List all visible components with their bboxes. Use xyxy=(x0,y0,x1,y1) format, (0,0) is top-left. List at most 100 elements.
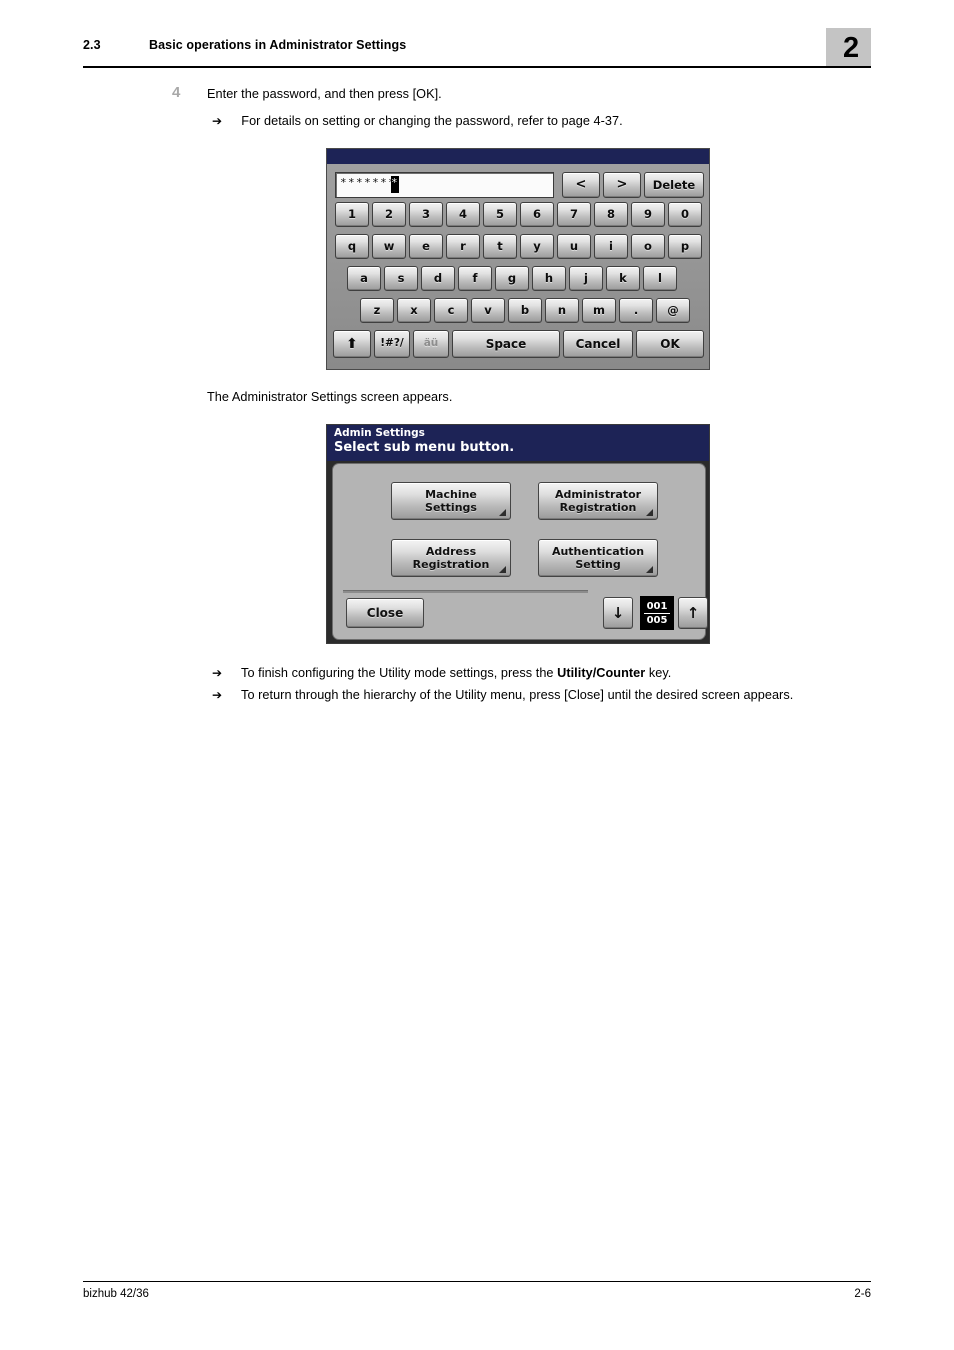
close-button[interactable]: Close xyxy=(346,598,424,628)
key-v[interactable]: v xyxy=(471,298,505,323)
key-at[interactable]: @ xyxy=(656,298,690,323)
document-page: 2.3 Basic operations in Administrator Se… xyxy=(0,0,954,1350)
key-c[interactable]: c xyxy=(434,298,468,323)
key-5[interactable]: 5 xyxy=(483,202,517,227)
closing-note-2-text: To return through the hierarchy of the U… xyxy=(241,688,794,702)
key-t[interactable]: t xyxy=(483,234,517,259)
step-instruction: Enter the password, and then press [OK]. xyxy=(207,87,442,101)
key-4[interactable]: 4 xyxy=(446,202,480,227)
page-down-button[interactable]: ↓ xyxy=(603,597,633,629)
key-r[interactable]: r xyxy=(446,234,480,259)
page-header: 2.3 Basic operations in Administrator Se… xyxy=(83,28,871,70)
key-8[interactable]: 8 xyxy=(594,202,628,227)
address-registration-line1: Address xyxy=(425,545,477,558)
password-masked-value: ******* xyxy=(340,176,397,189)
keyboard-titlebar xyxy=(327,149,709,164)
address-registration-button[interactable]: Address Registration xyxy=(391,539,511,577)
key-s[interactable]: s xyxy=(384,266,418,291)
key-k[interactable]: k xyxy=(606,266,640,291)
symbols-key[interactable]: !#?/ xyxy=(374,330,410,358)
key-h[interactable]: h xyxy=(532,266,566,291)
arrow-icon: ➔ xyxy=(212,666,223,680)
chapter-number: 2 xyxy=(843,32,860,64)
closing-note-1-post: key. xyxy=(645,666,672,680)
ok-button[interactable]: OK xyxy=(636,330,704,358)
authentication-setting-line1: Authentication xyxy=(551,545,645,558)
key-y[interactable]: y xyxy=(520,234,554,259)
admin-body: Machine Settings Administrator Registrat… xyxy=(332,463,708,640)
key-m[interactable]: m xyxy=(582,298,616,323)
admin-settings-screen: Admin Settings Select sub menu button. M… xyxy=(326,424,710,644)
machine-settings-line2: Settings xyxy=(425,501,477,514)
space-key[interactable]: Space xyxy=(452,330,560,358)
key-f[interactable]: f xyxy=(458,266,492,291)
address-registration-line2: Registration xyxy=(412,558,490,571)
delete-button[interactable]: Delete xyxy=(644,172,704,198)
footer-rule xyxy=(83,1281,871,1282)
footer-product-name: bizhub 42/36 xyxy=(83,1288,149,1300)
key-6[interactable]: 6 xyxy=(520,202,554,227)
password-input[interactable]: ******* * xyxy=(335,172,554,198)
submenu-corner-icon xyxy=(499,566,506,573)
cursor-left-button[interactable]: < xyxy=(562,172,600,198)
page-counter-total: 005 xyxy=(646,614,668,626)
closing-note-1-row: ➔ To finish configuring the Utility mode… xyxy=(212,666,671,680)
closing-note-1-bold: Utility/Counter xyxy=(557,666,646,680)
key-9[interactable]: 9 xyxy=(631,202,665,227)
key-a[interactable]: a xyxy=(347,266,381,291)
key-2[interactable]: 2 xyxy=(372,202,406,227)
machine-settings-line1: Machine xyxy=(425,488,477,501)
administrator-registration-button[interactable]: Administrator Registration xyxy=(538,482,658,520)
header-section-title: Basic operations in Administrator Settin… xyxy=(149,38,407,52)
key-o[interactable]: o xyxy=(631,234,665,259)
shift-key[interactable]: ⬆ xyxy=(333,330,371,358)
key-b[interactable]: b xyxy=(508,298,542,323)
footer-page-number: 2-6 xyxy=(854,1288,871,1300)
admin-bottom-divider xyxy=(343,590,588,593)
key-j[interactable]: j xyxy=(569,266,603,291)
key-e[interactable]: e xyxy=(409,234,443,259)
step-note-text: For details on setting or changing the p… xyxy=(241,114,623,128)
closing-note-2-row: ➔ To return through the hierarchy of the… xyxy=(212,688,793,702)
submenu-corner-icon xyxy=(646,509,653,516)
admin-titlebar: Admin Settings Select sub menu button. xyxy=(327,425,709,461)
header-section-number: 2.3 xyxy=(83,38,101,52)
step-note-row: ➔ For details on setting or changing the… xyxy=(212,114,623,128)
key-x[interactable]: x xyxy=(397,298,431,323)
arrow-icon: ➔ xyxy=(212,688,223,702)
page-counter: 001 005 xyxy=(640,596,674,630)
key-1[interactable]: 1 xyxy=(335,202,369,227)
key-l[interactable]: l xyxy=(643,266,677,291)
key-d[interactable]: d xyxy=(421,266,455,291)
cancel-button[interactable]: Cancel xyxy=(563,330,633,358)
cursor-right-button[interactable]: > xyxy=(603,172,641,198)
authentication-setting-line2: Setting xyxy=(575,558,621,571)
key-w[interactable]: w xyxy=(372,234,406,259)
key-period[interactable]: . xyxy=(619,298,653,323)
screen-appears-caption: The Administrator Settings screen appear… xyxy=(207,390,453,404)
key-n[interactable]: n xyxy=(545,298,579,323)
key-0[interactable]: 0 xyxy=(668,202,702,227)
key-3[interactable]: 3 xyxy=(409,202,443,227)
key-7[interactable]: 7 xyxy=(557,202,591,227)
administrator-registration-line2: Registration xyxy=(559,501,637,514)
authentication-setting-button[interactable]: Authentication Setting xyxy=(538,539,658,577)
machine-settings-button[interactable]: Machine Settings xyxy=(391,482,511,520)
key-p[interactable]: p xyxy=(668,234,702,259)
submenu-corner-icon xyxy=(646,566,653,573)
page-up-button[interactable]: ↑ xyxy=(678,597,708,629)
key-u[interactable]: u xyxy=(557,234,591,259)
keyboard-body: ******* * < > Delete 1 2 3 4 5 6 7 8 9 0… xyxy=(327,164,709,369)
key-z[interactable]: z xyxy=(360,298,394,323)
admin-title-small: Admin Settings xyxy=(334,427,425,439)
admin-title-large: Select sub menu button. xyxy=(334,440,515,455)
administrator-registration-line1: Administrator xyxy=(554,488,642,501)
key-q[interactable]: q xyxy=(335,234,369,259)
key-i[interactable]: i xyxy=(594,234,628,259)
page-counter-current: 001 xyxy=(646,600,668,612)
text-cursor: * xyxy=(391,176,399,193)
header-rule xyxy=(83,66,871,68)
closing-note-1-pre: To finish configuring the Utility mode s… xyxy=(241,666,558,680)
key-g[interactable]: g xyxy=(495,266,529,291)
cursor-char: * xyxy=(391,176,398,189)
